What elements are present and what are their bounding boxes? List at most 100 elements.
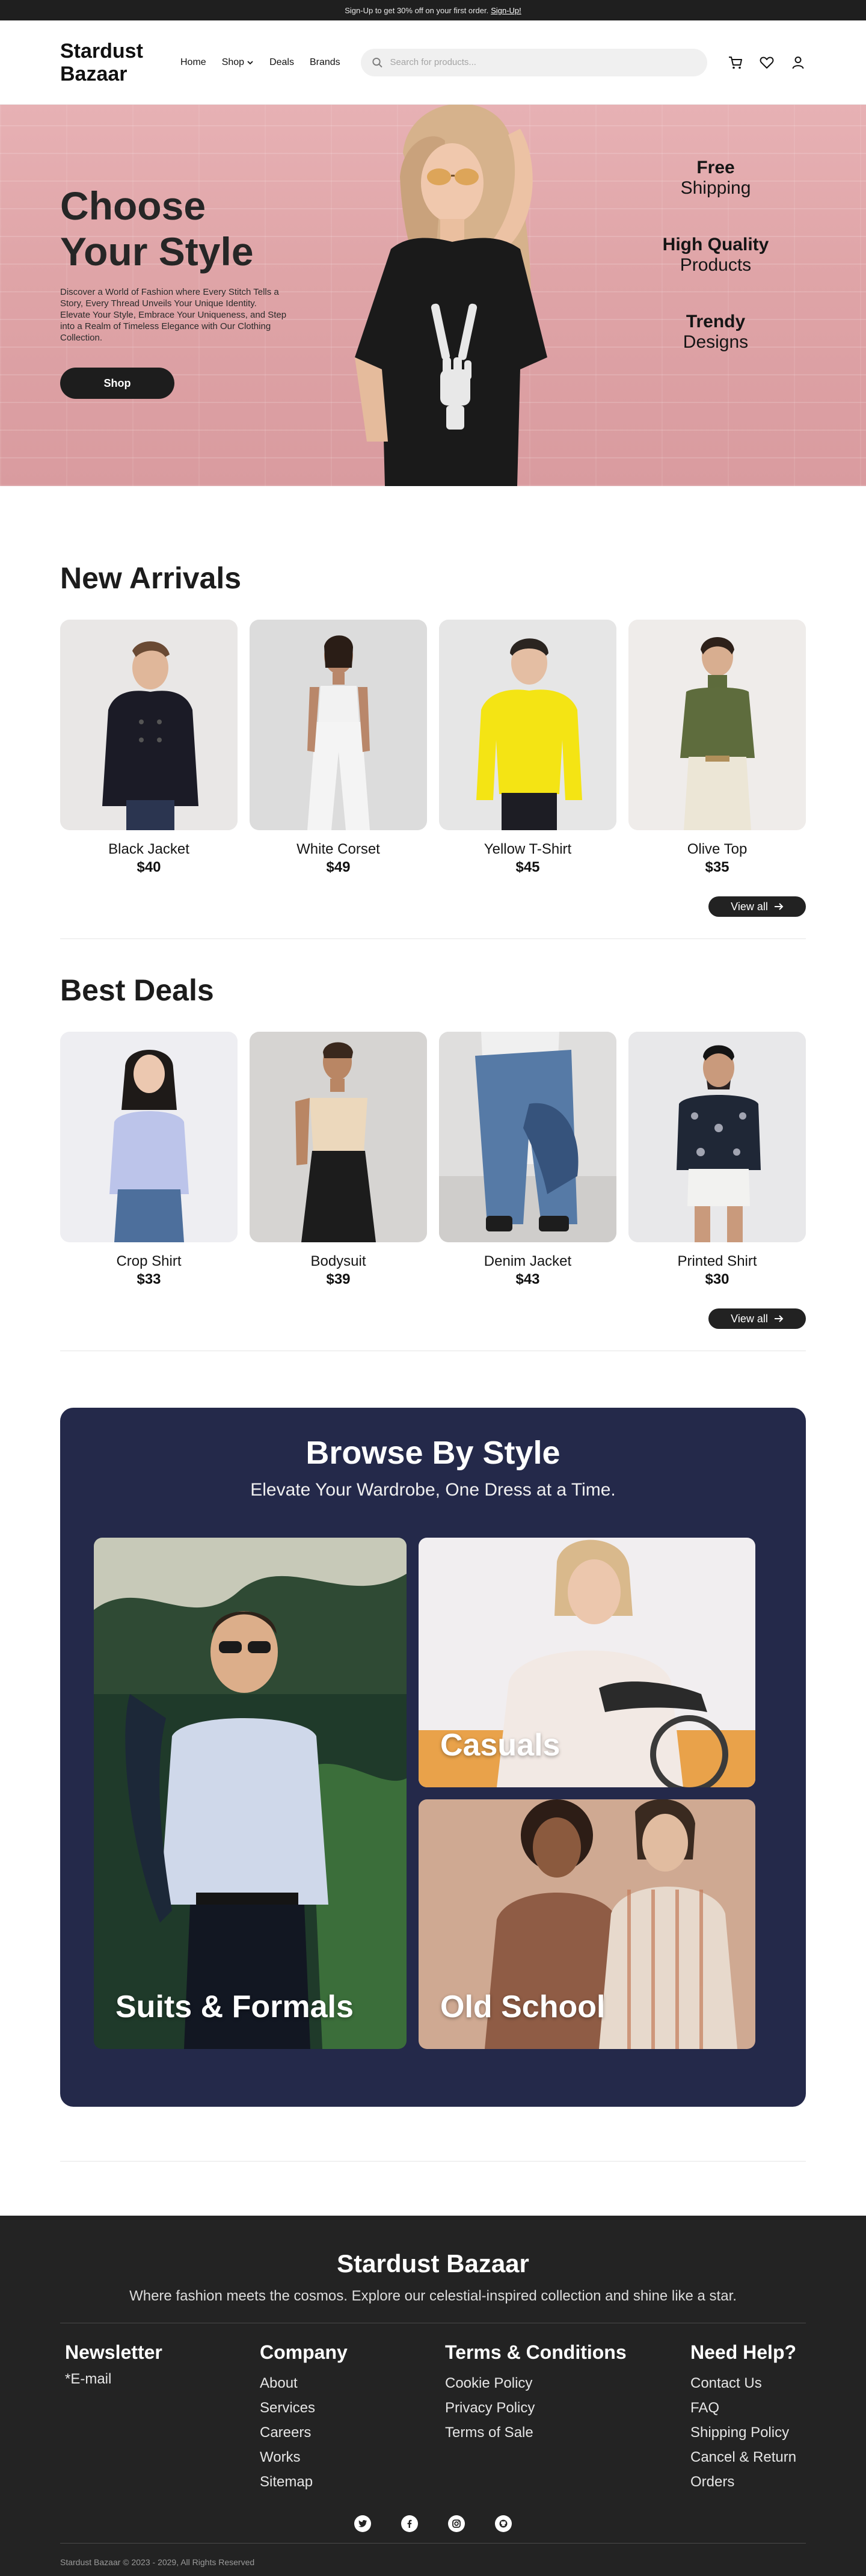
nav-shop-label: Shop (221, 57, 245, 67)
product-name: Olive Top (687, 841, 748, 857)
nav-deals[interactable]: Deals (269, 57, 294, 68)
product-name: White Corset (296, 841, 380, 857)
footer-help: Need Help? Contact Us FAQ Shipping Polic… (690, 2341, 796, 2494)
heart-icon[interactable] (759, 55, 775, 70)
product-card[interactable]: Denim Jacket $43 (439, 1032, 616, 1288)
hero-title: Choose Your Style (60, 183, 254, 274)
product-name: Yellow T-Shirt (484, 841, 572, 857)
style-tile-old-school[interactable]: Old School (419, 1799, 755, 2049)
footer-link-privacy-policy[interactable]: Privacy Policy (445, 2396, 627, 2420)
product-name: Bodysuit (310, 1253, 366, 1269)
browse-title: Browse By Style (306, 1435, 560, 1471)
suits-image (94, 1538, 407, 2049)
product-name: Printed Shirt (677, 1253, 757, 1269)
main-nav: Home Shop Deals Brands (180, 57, 340, 68)
product-price: $49 (326, 859, 351, 875)
footer-link-cookie-policy[interactable]: Cookie Policy (445, 2371, 627, 2396)
view-all-button[interactable]: View all (708, 896, 806, 917)
footer-bottom-divider (60, 2543, 806, 2544)
product-card[interactable]: Crop Shirt $33 (60, 1032, 238, 1288)
hero-description: Discover a World of Fashion where Every … (60, 287, 287, 343)
style-tile-suits[interactable]: Suits & Formals (94, 1538, 407, 2049)
cart-icon[interactable] (728, 55, 743, 70)
view-all-button[interactable]: View all (708, 1308, 806, 1329)
hero-banner: Choose Your Style Discover a World of Fa… (0, 105, 866, 486)
product-card[interactable]: Printed Shirt $30 (628, 1032, 806, 1288)
footer-company: Company About Services Careers Works Sit… (260, 2341, 348, 2494)
product-image (628, 1032, 806, 1242)
footer-link-faq[interactable]: FAQ (690, 2396, 796, 2420)
product-price: $39 (326, 1271, 351, 1287)
footer-terms: Terms & Conditions Cookie Policy Privacy… (445, 2341, 627, 2445)
view-all-label: View all (731, 900, 768, 913)
search-input[interactable] (390, 57, 696, 67)
site-logo[interactable]: Stardust Bazaar (60, 40, 150, 85)
product-name: Denim Jacket (484, 1253, 572, 1269)
chevron-down-icon (247, 60, 253, 64)
section-divider (60, 2161, 806, 2162)
feature-designs-regular: Designs (683, 332, 749, 352)
footer-link-sitemap[interactable]: Sitemap (260, 2470, 348, 2494)
footer-brand: Stardust Bazaar (337, 2249, 529, 2278)
nav-shop[interactable]: Shop (222, 57, 254, 68)
product-name: Crop Shirt (116, 1253, 182, 1269)
copyright-text: Stardust Bazaar © 2023 - 2029, All Right… (60, 2557, 255, 2567)
product-image (250, 620, 427, 830)
nav-brands[interactable]: Brands (310, 57, 340, 68)
product-price: $30 (705, 1271, 729, 1287)
footer-link-cancel-return[interactable]: Cancel & Return (690, 2445, 796, 2470)
arrow-right-icon (774, 903, 784, 910)
header-icons (728, 55, 806, 70)
product-name: Black Jacket (108, 841, 189, 857)
product-image (60, 1032, 238, 1242)
footer-link-about[interactable]: About (260, 2371, 348, 2396)
feature-quality-regular: Products (680, 255, 752, 275)
social-links (0, 2515, 866, 2532)
instagram-icon[interactable] (448, 2515, 465, 2532)
footer-link-services[interactable]: Services (260, 2396, 348, 2420)
feature-designs-bold: Trendy (686, 312, 746, 331)
product-card[interactable]: Bodysuit $39 (250, 1032, 427, 1288)
footer-newsletter: Newsletter *E-mail (65, 2341, 162, 2388)
style-label-casuals: Casuals (440, 1728, 560, 1763)
browse-by-style-section: Browse By Style Elevate Your Wardrobe, O… (60, 1408, 806, 2107)
style-label-old-school: Old School (440, 1989, 606, 2024)
hero-text: Choose Your Style Discover a World of Fa… (60, 183, 301, 399)
shop-button[interactable]: Shop (60, 368, 174, 399)
terms-title: Terms & Conditions (445, 2341, 627, 2363)
signup-link[interactable]: Sign-Up! (491, 6, 521, 15)
footer-link-terms-of-sale[interactable]: Terms of Sale (445, 2420, 627, 2445)
footer-columns: Newsletter *E-mail Company About Service… (0, 2323, 866, 2504)
feature-shipping-regular: Shipping (680, 178, 751, 198)
product-image (628, 620, 806, 830)
footer-link-careers[interactable]: Careers (260, 2420, 348, 2445)
github-icon[interactable] (495, 2515, 512, 2532)
product-price: $43 (515, 1271, 540, 1287)
site-header: Stardust Bazaar Home Shop Deals Brands (0, 20, 866, 105)
newsletter-email-field[interactable]: *E-mail (65, 2371, 162, 2388)
product-card[interactable]: White Corset $49 (250, 620, 427, 876)
product-card[interactable]: Black Jacket $40 (60, 620, 238, 876)
footer-link-contact-us[interactable]: Contact Us (690, 2371, 796, 2396)
product-price: $35 (705, 859, 729, 875)
user-icon[interactable] (790, 55, 806, 70)
company-title: Company (260, 2341, 348, 2363)
product-price: $40 (137, 859, 161, 875)
style-tile-casuals[interactable]: Casuals (419, 1538, 755, 1787)
twitter-icon[interactable] (354, 2515, 371, 2532)
search-bar (360, 48, 707, 76)
announcement-text: Sign-Up to get 30% off on your first ord… (345, 5, 489, 15)
site-footer: Stardust Bazaar Where fashion meets the … (0, 2216, 866, 2576)
nav-home[interactable]: Home (180, 57, 206, 68)
facebook-icon[interactable] (401, 2515, 418, 2532)
footer-link-works[interactable]: Works (260, 2445, 348, 2470)
view-all-row: View all (60, 896, 806, 917)
footer-link-orders[interactable]: Orders (690, 2470, 796, 2494)
product-card[interactable]: Yellow T-Shirt $45 (439, 620, 616, 876)
product-price: $45 (515, 859, 540, 875)
footer-link-shipping-policy[interactable]: Shipping Policy (690, 2420, 796, 2445)
feature-quality: High Quality Products (656, 235, 776, 276)
product-image (60, 620, 238, 830)
product-card[interactable]: Olive Top $35 (628, 620, 806, 876)
feature-quality-bold: High Quality (662, 235, 769, 254)
